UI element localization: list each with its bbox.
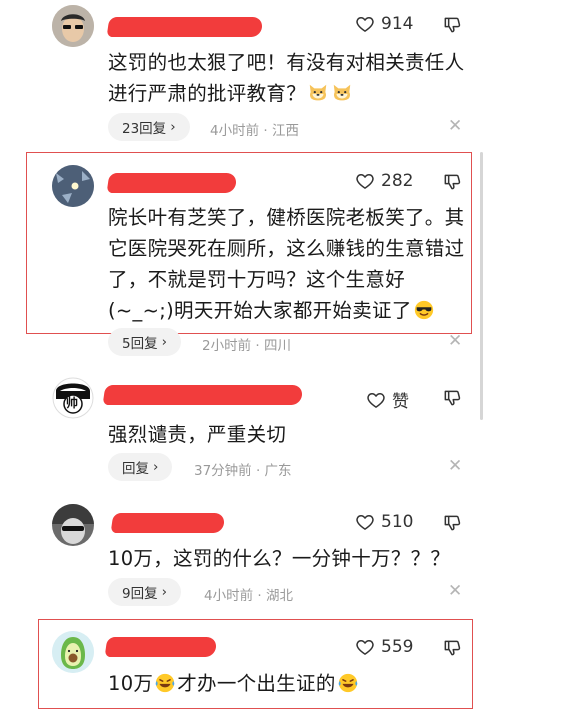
heart-outline-icon [355,637,375,657]
comment-text: 院长叶有芝笑了，健桥医院老板笑了。其它医院哭死在厕所，这么赚钱的生意错过了，不就… [108,202,468,326]
thumbs-down-icon [442,638,462,658]
chevron-right-icon: › [153,459,159,475]
close-icon[interactable]: ✕ [448,116,462,136]
heart-outline-icon [355,14,375,34]
avatar-image [52,631,94,673]
redacted-username [104,637,218,657]
comment-meta: 4小时前 · 湖北 [204,588,293,604]
thumbs-down-icon [442,15,462,35]
reply-count-button[interactable]: 5回复 › [108,328,181,356]
comment-text-content: 这罚的也太狠了吧！有没有对相关责任人进行严肃的批评教育？ [108,51,465,105]
comment-meta: 37分钟前 · 广东 [194,463,292,479]
laughing-crying-emoji-icon [154,672,176,694]
sunglasses-emoji-icon [413,299,435,321]
avatar[interactable] [52,5,94,47]
comment-meta: 4小时前 · 江西 [210,123,299,139]
redacted-username [102,385,304,405]
heart-outline-icon [355,512,375,532]
like-button[interactable]: 559 [355,637,413,657]
like-count: 282 [381,171,414,191]
dislike-button[interactable] [442,15,462,39]
thumbs-down-icon [442,388,462,408]
dog-emoji-icon [307,82,329,104]
comment-text: 这罚的也太狠了吧！有没有对相关责任人进行严肃的批评教育？ [108,47,468,109]
reply-label: 23回复 [122,121,167,137]
like-button[interactable]: 914 [355,14,413,34]
reply-count-button[interactable]: 23回复 › [108,113,190,141]
like-button[interactable]: 赞 [366,387,409,412]
chevron-right-icon: › [161,334,167,350]
avatar[interactable] [52,504,94,546]
thumbs-down-icon [442,172,462,192]
like-count: 赞 [392,392,409,412]
dislike-button[interactable] [442,513,462,537]
dislike-button[interactable] [442,638,462,662]
comment-text-content: 院长叶有芝笑了，健桥医院老板笑了。其它医院哭死在厕所，这么赚钱的生意错过了，不就… [108,206,465,322]
comment-text: 10万，这罚的什么？一分钟十万？？？ [108,547,451,570]
thumbs-down-icon [442,513,462,533]
redacted-username [110,513,226,533]
like-button[interactable]: 282 [355,171,413,191]
comment-text: 10万 才办一个出生证的 [108,668,468,699]
redacted-username [106,17,264,37]
dog-emoji-icon [331,82,353,104]
reply-button[interactable]: 回复 › [108,453,173,481]
like-count: 510 [381,512,414,532]
comment-text-part: 才办一个出生证的 [177,672,336,695]
reply-count-button[interactable]: 9回复 › [108,578,181,606]
like-count: 559 [381,637,414,657]
avatar-label: 帅 [66,396,79,410]
like-count: 914 [381,14,414,34]
reply-label: 9回复 [122,586,158,602]
dislike-button[interactable] [442,172,462,196]
reply-label: 5回复 [122,336,158,352]
close-icon[interactable]: ✕ [448,456,462,476]
chevron-right-icon: › [170,119,176,135]
comment-meta: 2小时前 · 四川 [202,338,291,354]
avatar-image [52,165,94,207]
avatar[interactable] [52,165,94,207]
avatar-image [52,504,94,546]
scrollbar[interactable] [480,152,483,420]
redacted-username [106,173,238,193]
avatar[interactable]: 帅 [52,377,94,419]
heart-outline-icon [355,171,375,191]
reply-label: 回复 [122,461,149,477]
chevron-right-icon: › [161,584,167,600]
avatar-image [52,5,94,47]
dislike-button[interactable] [442,388,462,412]
comment-text-part: 10万 [108,672,154,695]
close-icon[interactable]: ✕ [448,331,462,351]
heart-outline-icon [366,390,386,410]
avatar[interactable] [52,631,94,673]
close-icon[interactable]: ✕ [448,581,462,601]
comment-text: 强烈谴责，严重关切 [108,423,287,446]
laughing-crying-emoji-icon [337,672,359,694]
like-button[interactable]: 510 [355,512,413,532]
